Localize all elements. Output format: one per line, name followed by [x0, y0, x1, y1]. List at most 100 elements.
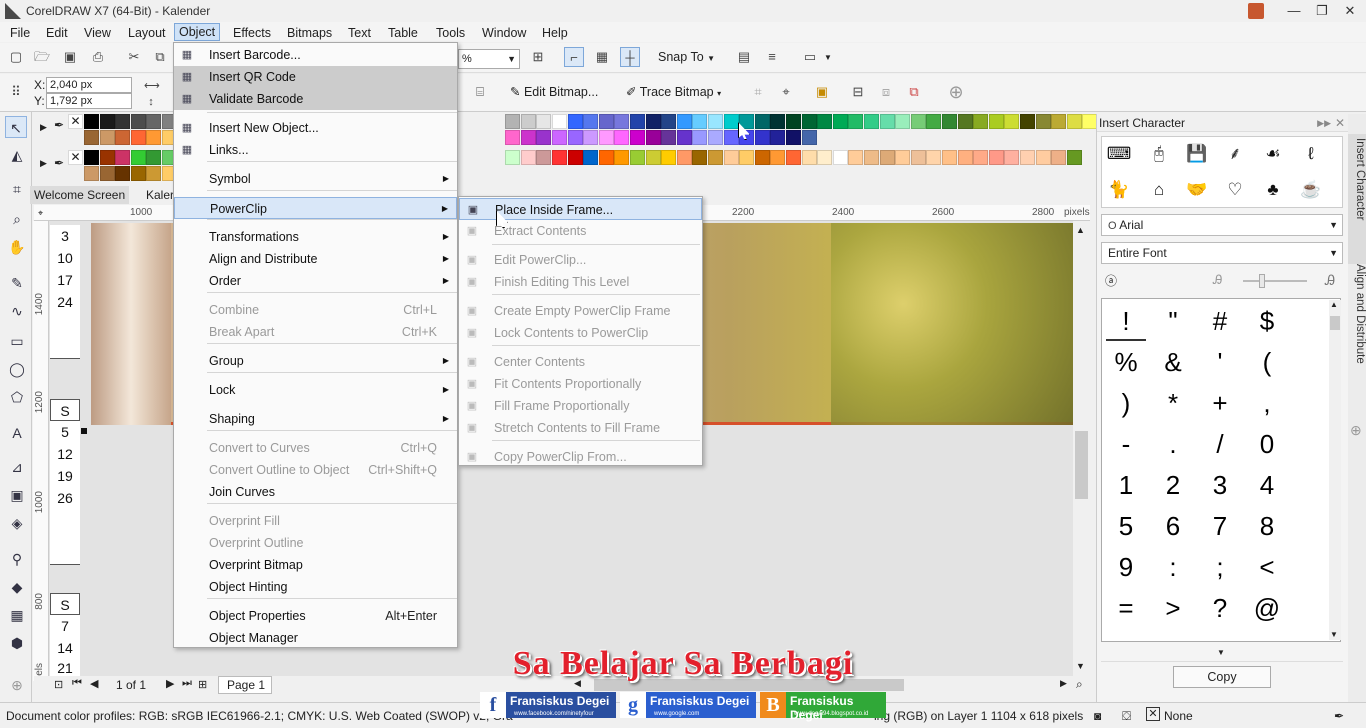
character-cell[interactable]: &	[1153, 342, 1193, 382]
color-swatch[interactable]	[801, 150, 817, 165]
character-cell[interactable]: 0	[1247, 424, 1287, 464]
filter-icon[interactable]: ⓐ	[1105, 272, 1117, 289]
color-swatch[interactable]	[895, 114, 911, 129]
grid-toggle-icon[interactable]: ▦	[592, 47, 612, 67]
x-position-field[interactable]: 2,040 px	[46, 77, 132, 93]
color-swatch[interactable]	[786, 150, 801, 165]
application-launcher-icon[interactable]: ≡	[762, 47, 782, 67]
object-menu-item[interactable]: Align and Distribute ▶	[174, 248, 457, 270]
color-swatch[interactable]	[786, 114, 801, 129]
color-swatch[interactable]	[973, 150, 989, 165]
object-menu-item[interactable]: Object Manager	[174, 627, 457, 649]
powerclip-menu-item[interactable]: ▣ Finish Editing This Level	[459, 271, 702, 293]
palette2-scroll-icon[interactable]: ▶	[40, 158, 47, 169]
color-swatch[interactable]	[536, 130, 552, 145]
object-menu-item[interactable]: Join Curves	[174, 481, 457, 503]
object-menu-item[interactable]: Convert Outline to Object Ctrl+Shift+Q	[174, 459, 457, 481]
color-swatch[interactable]	[817, 150, 833, 165]
powerclip-menu-item[interactable]: ▣ Edit PowerClip...	[459, 249, 702, 271]
color-swatch[interactable]	[536, 114, 552, 129]
color-swatch[interactable]	[84, 130, 99, 145]
close-icon[interactable]: ✕	[1336, 0, 1364, 22]
scroll-right-icon[interactable]: ▶	[1060, 678, 1067, 689]
color-swatch[interactable]	[598, 130, 614, 145]
menu-layout[interactable]: Layout	[124, 24, 170, 42]
character-cell[interactable]: ,	[1247, 383, 1287, 423]
pick-tool-icon[interactable]: ↖	[5, 116, 27, 138]
color-swatch[interactable]	[505, 114, 521, 129]
color-swatch[interactable]	[988, 150, 1004, 165]
color-swatch[interactable]	[926, 150, 942, 165]
ding-cat-icon[interactable]: 🐈	[1106, 177, 1132, 203]
tab-insert-character[interactable]: Insert Character	[1348, 134, 1366, 264]
prev-page-icon[interactable]: ◀	[90, 677, 98, 690]
color-swatch[interactable]	[84, 114, 99, 129]
character-cell[interactable]: +	[1200, 383, 1240, 423]
vertical-ruler[interactable]: 1400 1200 1000 800 pixels	[33, 221, 49, 689]
object-menu-item[interactable]: Group ▶	[174, 350, 457, 372]
object-menu-item[interactable]: Overprint Outline	[174, 532, 457, 554]
powerclip-menu-item[interactable]: ▣ Fill Frame Proportionally	[459, 395, 702, 417]
ding-mouse-icon[interactable]: 🖰	[1146, 141, 1172, 167]
object-menu-item[interactable]: ▦ Insert New Object...	[174, 117, 457, 139]
color-swatch[interactable]	[630, 114, 645, 129]
eyedropper-tool-icon[interactable]: ⚲	[6, 548, 28, 570]
tab-align-and-distribute[interactable]: Align and Distribute	[1348, 260, 1366, 410]
color-swatch[interactable]	[770, 150, 786, 165]
object-origin-icon[interactable]: ⠿	[6, 82, 26, 102]
color-swatch[interactable]	[84, 166, 99, 181]
add-tool-icon[interactable]: ⊕	[6, 674, 28, 696]
character-scrollbar[interactable]: ▲ ▼	[1329, 300, 1341, 640]
copy-icon[interactable]: ⧉	[150, 47, 170, 67]
text-tool-icon[interactable]: A	[6, 422, 28, 444]
character-cell[interactable]: 3	[1200, 465, 1240, 505]
color-swatch[interactable]	[583, 114, 599, 129]
scroll-up-icon[interactable]: ▲	[1076, 225, 1085, 235]
menu-effects[interactable]: Effects	[229, 24, 275, 42]
color-swatch[interactable]	[661, 150, 677, 165]
character-cell[interactable]: :	[1153, 547, 1193, 587]
color-swatch[interactable]	[708, 150, 723, 165]
snap-to-button[interactable]: Snap To ▼	[658, 50, 715, 64]
color-swatch[interactable]	[832, 114, 848, 129]
powerclip-menu-item[interactable]: ▣ Create Empty PowerClip Frame	[459, 300, 702, 322]
color-swatch[interactable]	[567, 130, 583, 145]
object-menu-item[interactable]: Convert to Curves Ctrl+Q	[174, 437, 457, 459]
color-swatch[interactable]	[99, 166, 115, 181]
character-cell[interactable]: #	[1200, 301, 1240, 341]
color-swatch[interactable]	[630, 130, 645, 145]
color-swatch[interactable]	[864, 150, 879, 165]
color-swatch[interactable]	[1066, 114, 1082, 129]
add-docker-icon[interactable]: ⊕	[1350, 422, 1362, 439]
character-cell[interactable]: %	[1106, 342, 1146, 382]
copy-button[interactable]: Copy	[1173, 666, 1271, 688]
color-swatch[interactable]	[99, 130, 115, 145]
color-swatch[interactable]	[99, 150, 115, 165]
color-swatch[interactable]	[942, 150, 957, 165]
cut-icon[interactable]: ✂	[124, 47, 144, 67]
color-swatch[interactable]	[567, 114, 583, 129]
color-swatch[interactable]	[536, 150, 552, 165]
no-color-swatch[interactable]: ✕	[68, 114, 83, 129]
color-swatch[interactable]	[614, 150, 630, 165]
y-position-field[interactable]: 1,792 px	[46, 93, 132, 109]
color-swatch[interactable]	[598, 150, 614, 165]
character-subset-select[interactable]: Entire Font ▼	[1101, 242, 1343, 264]
resample-icon[interactable]: ⌖	[776, 82, 796, 102]
character-cell[interactable]: "	[1153, 301, 1193, 341]
color-swatch[interactable]	[754, 150, 770, 165]
color-swatch[interactable]	[583, 150, 599, 165]
palette-scroll-icon[interactable]: ▶	[40, 122, 47, 133]
color-swatch[interactable]	[84, 150, 99, 165]
calendar-column[interactable]: 3 10 17 24 S 5 12 19 26 S 7 14 21	[50, 223, 80, 678]
object-menu-item[interactable]: Order ▶	[174, 270, 457, 292]
color-swatch[interactable]	[676, 130, 692, 145]
character-cell[interactable]: ?	[1200, 588, 1240, 628]
color-profile-status[interactable]: Document color profiles: RGB: sRGB IEC61…	[6, 705, 513, 727]
object-menu-item[interactable]: Symbol ▶	[174, 168, 457, 190]
character-cell[interactable]: 4	[1247, 465, 1287, 505]
no-color-swatch-2[interactable]: ✕	[68, 150, 83, 165]
color-swatch[interactable]	[146, 150, 162, 165]
polygon-tool-icon[interactable]: ⬠	[6, 386, 28, 408]
color-swatch[interactable]	[1004, 150, 1020, 165]
